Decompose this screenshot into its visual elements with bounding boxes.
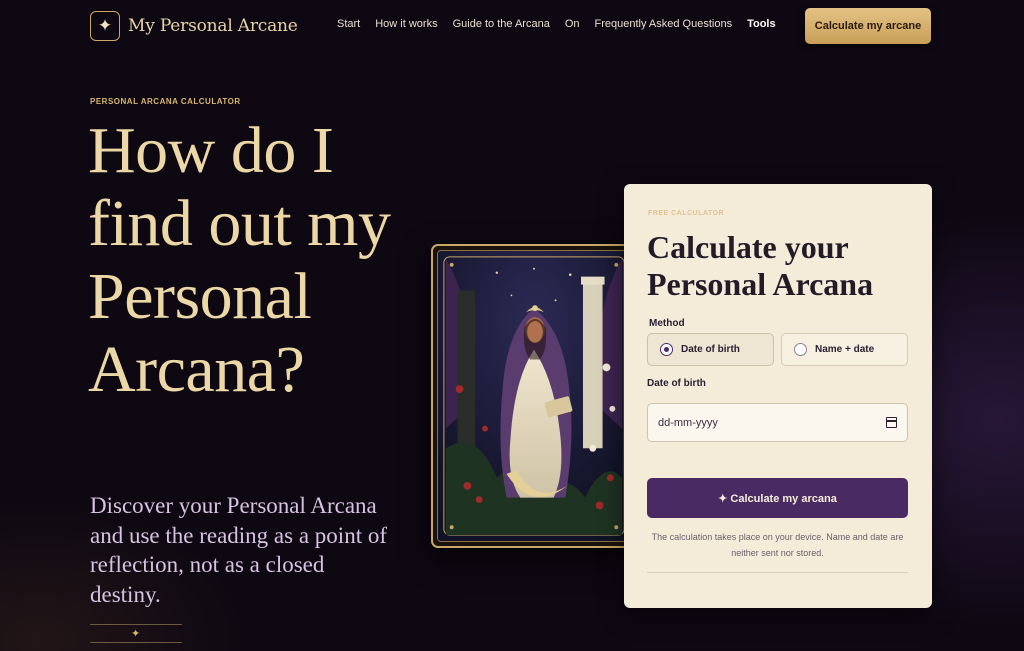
main-nav: Start How it works Guide to the Arcana O… xyxy=(337,18,791,30)
method-option-name-date[interactable]: Name + date xyxy=(781,333,908,366)
date-placeholder: dd-mm-yyyy xyxy=(658,416,718,429)
hero-subtitle: Discover your Personal Arcana and use th… xyxy=(90,493,387,607)
date-of-birth-input[interactable]: dd-mm-yyyy xyxy=(647,403,908,442)
ornament-divider: ✦ xyxy=(90,624,182,644)
tarot-card-image xyxy=(431,244,637,548)
nav-on[interactable]: On xyxy=(565,18,580,30)
sparkle-icon: ✦ xyxy=(131,627,141,640)
calculate-arcana-button[interactable]: ✦ Calculate my arcana xyxy=(647,478,908,518)
hero-title: How do I find out my Personal Arcana? xyxy=(88,114,391,406)
radio-selected-icon xyxy=(660,343,673,356)
privacy-note: The calculation takes place on your devi… xyxy=(651,532,904,558)
nav-start[interactable]: Start xyxy=(337,18,360,30)
calculator-title: Calculate your Personal Arcana xyxy=(647,229,874,302)
method-option-label: Name + date xyxy=(815,344,875,355)
method-option-date-of-birth[interactable]: Date of birth xyxy=(647,333,774,366)
method-option-label: Date of birth xyxy=(681,344,740,355)
sparkle-logo-icon: ✦ xyxy=(90,11,120,41)
nav-guide-to-arcana[interactable]: Guide to the Arcana xyxy=(453,18,550,30)
calendar-icon[interactable] xyxy=(886,417,897,428)
date-of-birth-label: Date of birth xyxy=(647,378,706,389)
tarot-card-illustration-icon xyxy=(438,251,630,541)
nav-tools[interactable]: Tools xyxy=(747,18,776,30)
nav-how-it-works[interactable]: How it works xyxy=(375,18,437,30)
nav-faq[interactable]: Frequently Asked Questions xyxy=(595,18,733,30)
panel-divider xyxy=(647,572,908,573)
method-label: Method xyxy=(649,318,685,329)
hero-eyebrow: PERSONAL ARCANA CALCULATOR xyxy=(90,97,241,106)
logo[interactable]: ✦ My Personal Arcane xyxy=(90,11,298,41)
calculate-arcane-button[interactable]: Calculate my arcane xyxy=(805,8,931,44)
calculator-panel: FREE CALCULATOR Calculate your Personal … xyxy=(624,184,932,608)
logo-text: My Personal Arcane xyxy=(128,16,298,36)
calculator-eyebrow: FREE CALCULATOR xyxy=(648,210,725,217)
radio-unselected-icon xyxy=(794,343,807,356)
